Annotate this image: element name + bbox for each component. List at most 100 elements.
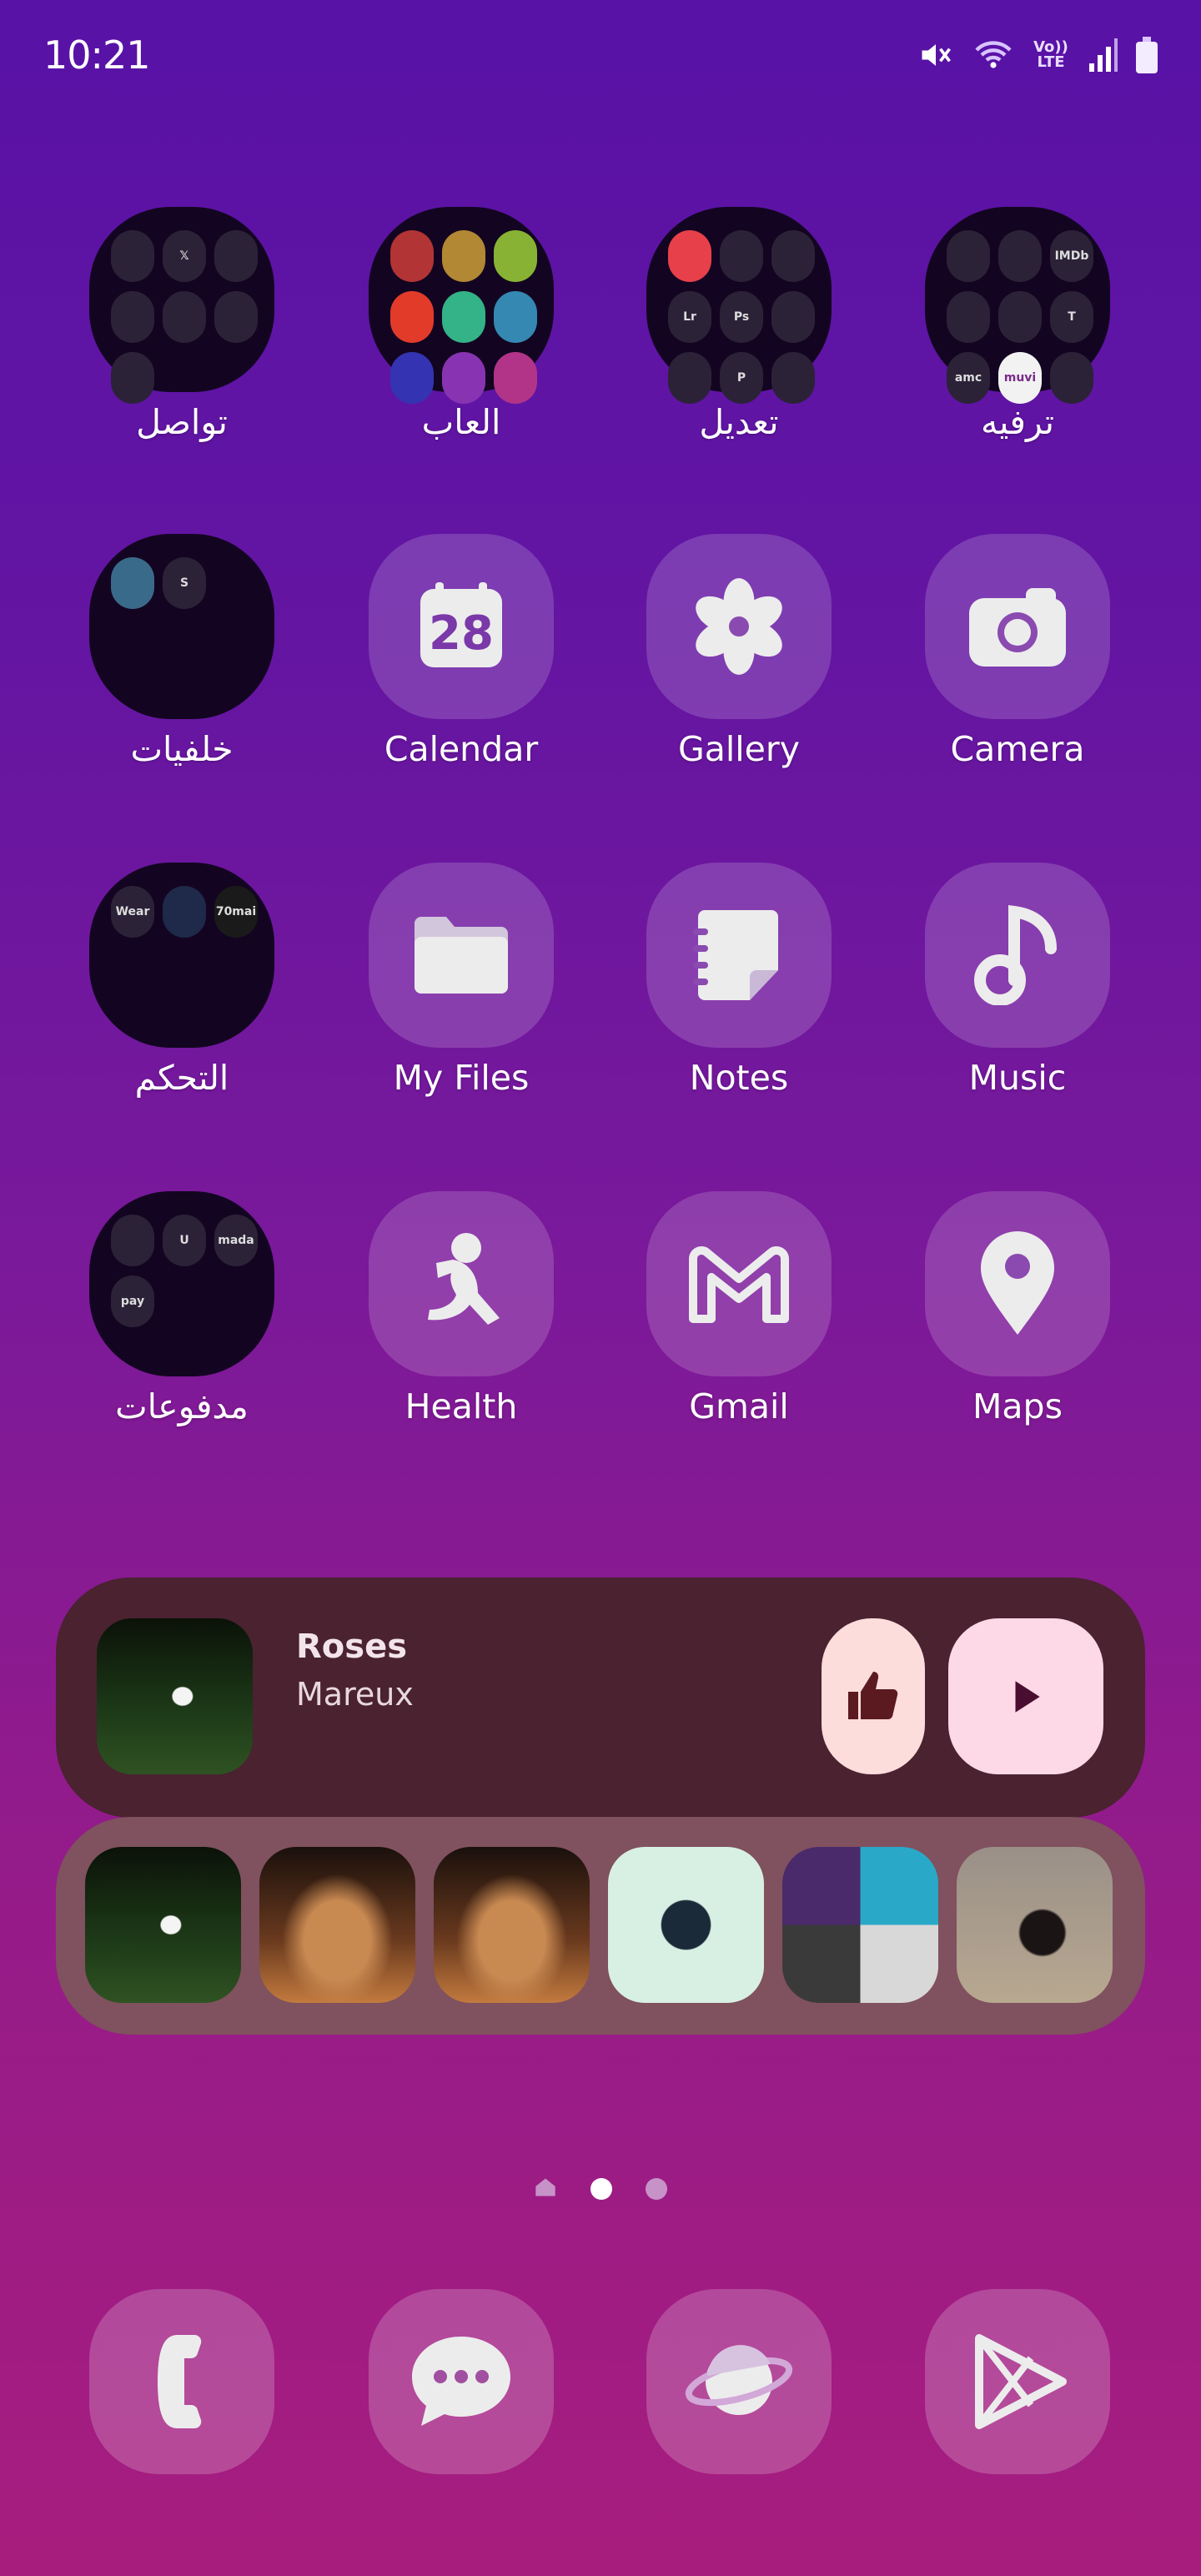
folder-icon[interactable]: 𝕏 [89,207,274,404]
page-dot-current[interactable] [590,2178,612,2200]
recent-album-3[interactable] [434,1847,590,2003]
like-button[interactable] [822,1618,925,1774]
gallery-icon[interactable] [646,534,832,719]
app-label: My Files [393,1058,530,1098]
folder-app-inshot [668,230,711,282]
folder-app-amc: amc [947,352,990,404]
page-dot[interactable] [646,2178,667,2200]
health-icon[interactable] [369,1191,554,1376]
folder-app-telegram [163,291,206,343]
play-store-icon[interactable] [925,2289,1110,2474]
folder-app-imdb: IMDb [1050,230,1093,282]
folder[interactable]: العاب [368,207,555,442]
dock-play-store[interactable] [924,2289,1111,2474]
recent-album-4[interactable] [608,1847,764,2003]
folder-app-dots [1050,352,1093,404]
folder[interactable]: Umada pay مدفوعات [88,1191,275,1426]
phone-icon[interactable] [89,2289,274,2474]
folder-app-game-2 [442,230,485,282]
app-label: Gallery [677,729,801,769]
folder-icon[interactable] [369,863,554,1048]
folder-app-tiktok [214,291,258,343]
app-maps[interactable]: Maps [924,1191,1111,1426]
folder-icon[interactable]: Lr Ps P [646,207,832,404]
app-label: Maps [972,1386,1063,1426]
music-icon[interactable] [925,863,1110,1048]
app-label: تعديل [699,402,779,442]
app-label: Health [405,1386,518,1426]
app-calendar[interactable]: 28 Calendar [368,534,555,769]
folder[interactable]: 𝕏 تواصل [88,207,275,442]
home-page-icon[interactable] [534,2176,557,2202]
clock: 10:21 [43,33,151,78]
folder-icon[interactable]: Umada pay [89,1191,274,1376]
dock-internet[interactable] [646,2289,832,2474]
folder-app-ps: Ps [720,291,763,343]
app-gallery[interactable]: Gallery [646,534,832,769]
wifi-icon [972,37,1014,73]
app-music[interactable]: Music [924,863,1111,1098]
folder-icon[interactable] [369,207,554,404]
recent-album-5[interactable] [782,1847,938,2003]
recent-album-2[interactable] [259,1847,415,2003]
recent-album-1[interactable] [85,1847,241,2003]
folder-app-game-8 [442,352,485,404]
folder-icon[interactable]: Wear 70mai [89,863,274,1048]
folder-app-u: U [163,1215,206,1266]
camera-icon[interactable] [925,534,1110,719]
notes-icon[interactable] [646,863,832,1048]
status-bar: 10:21 Vo)) LTE [43,30,1158,80]
folder[interactable]: IMDb Tamc muvi ترفيه [924,207,1111,442]
folder[interactable]: S خلفيات [88,534,275,769]
play-button[interactable] [948,1618,1103,1774]
folder-app-video-editor [771,352,815,404]
folder[interactable]: Lr Ps P تعديل [646,207,832,442]
folder-app-game-5 [442,291,485,343]
dock-phone[interactable] [88,2289,275,2474]
folder-app-whatsapp [111,230,154,282]
folder-app-xbox [947,291,990,343]
volte-icon: Vo)) LTE [1033,38,1068,71]
app-health[interactable]: Health [368,1191,555,1426]
album-art[interactable] [97,1618,253,1774]
folder-app-game-1 [390,230,434,282]
folder-app-youtube [947,230,990,282]
folder-app-smartthings [163,886,206,938]
mini-app-label: muvi [1003,371,1037,385]
folder-app-snapseed [720,230,763,282]
messages-icon[interactable] [369,2289,554,2474]
internet-icon[interactable] [646,2289,832,2474]
folder-app-ai-editor [771,291,815,343]
media-player-widget[interactable]: Roses Mareux [56,1577,1145,1818]
folder-app-lr: Lr [668,291,711,343]
dock-messages[interactable] [368,2289,555,2474]
app-gmail[interactable]: Gmail [646,1191,832,1426]
folder-app-player [998,230,1042,282]
mini-app-label: IMDb [1054,249,1089,263]
recent-album-6[interactable] [957,1847,1113,2003]
folder-icon[interactable]: IMDb Tamc muvi [925,207,1110,404]
gmail-icon[interactable] [646,1191,832,1376]
app-label: ترفيه [981,402,1054,442]
folder-app-mada: mada [214,1215,258,1266]
folder-app-game-7 [390,352,434,404]
maps-icon[interactable] [925,1191,1110,1376]
folder-app-wallpapers [111,557,154,609]
calendar-icon[interactable]: 28 [369,534,554,719]
folder[interactable]: Wear 70mai التحكم [88,863,275,1098]
mini-app-label: mada [218,1234,254,1247]
mini-app-label: P [736,371,746,385]
folder-app-bank [111,1215,154,1266]
mini-app-label: U [179,1234,189,1247]
app-camera[interactable]: Camera [924,534,1111,769]
page-indicator[interactable] [0,2176,1201,2202]
app-my-files[interactable]: My Files [368,863,555,1098]
folder-app-snapchat [214,230,258,282]
track-title: Roses [296,1628,408,1666]
app-label: العاب [421,402,501,442]
folder-icon[interactable]: S [89,534,274,719]
app-label: خلفيات [130,729,234,769]
app-label: Notes [689,1058,789,1098]
folder-app-game-9 [494,352,537,404]
app-notes[interactable]: Notes [646,863,832,1098]
